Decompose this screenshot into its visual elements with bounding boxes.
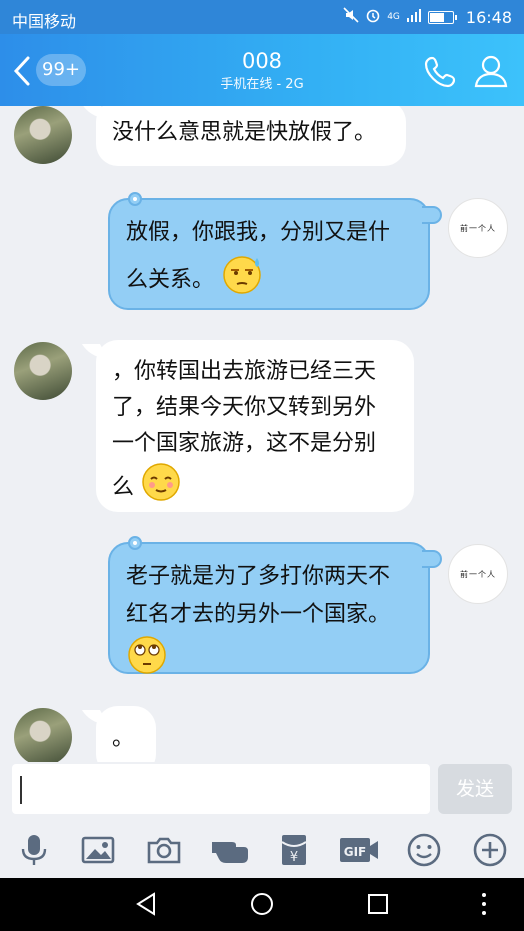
network-type: 4G	[387, 12, 400, 22]
svg-text:¥: ¥	[290, 850, 298, 865]
text-caret	[20, 776, 22, 804]
signal-icon	[406, 8, 422, 26]
contact-avatar[interactable]	[14, 106, 72, 164]
status-bar: 中国移动 4G 16:48	[0, 0, 524, 34]
message-list[interactable]: 没什么意思就是快放假了。 前一个人 放假，你跟我，分别又是什 么关系。 ，你转国…	[0, 106, 524, 762]
alarm-icon	[365, 7, 381, 27]
profile-button[interactable]	[472, 52, 510, 90]
microphone-icon[interactable]	[16, 832, 52, 868]
battery-icon	[427, 10, 457, 24]
send-button[interactable]: 发送	[438, 764, 512, 814]
message-input[interactable]	[12, 764, 430, 814]
nav-recents-icon[interactable]	[364, 890, 392, 918]
red-packet-icon[interactable]: ¥	[276, 832, 312, 868]
nav-home-icon[interactable]	[248, 890, 276, 918]
nav-more-icon[interactable]	[470, 890, 498, 918]
message-bubble-outgoing[interactable]: 老子就是为了多打你两天不 红名才去的另外一个国家。	[108, 536, 442, 674]
message-text: 红名才去的另外一个国家。	[126, 602, 391, 627]
poke-hand-icon[interactable]	[210, 832, 250, 868]
rolling-eyes-face-icon	[126, 634, 168, 689]
person-icon	[474, 55, 508, 88]
message-text: 老子就是为了多打你两天不	[126, 564, 391, 589]
clock: 16:48	[465, 7, 512, 27]
message-text: 了，结果今天你又转到另外	[112, 395, 377, 420]
my-avatar[interactable]: 前一个人	[448, 198, 508, 258]
my-avatar[interactable]: 前一个人	[448, 544, 508, 604]
contact-avatar[interactable]	[14, 342, 72, 400]
message-bubble-incoming[interactable]: ，你转国出去旅游已经三天 了，结果今天你又转到另外 一个国家旅游，这不是分别 么	[96, 340, 414, 512]
blush-face-icon	[141, 462, 181, 514]
my-avatar-text: 前一个人	[460, 223, 496, 233]
my-avatar-text: 前一个人	[460, 569, 496, 579]
contact-avatar[interactable]	[14, 708, 72, 762]
sweat-face-icon	[221, 252, 265, 309]
input-toolbar: ¥ GIF	[0, 826, 524, 876]
plus-icon[interactable]	[472, 832, 508, 868]
nav-back-icon[interactable]	[132, 890, 160, 918]
image-icon[interactable]	[80, 832, 116, 868]
message-text: 一个国家旅游，这不是分别	[112, 431, 377, 456]
input-bar: 发送	[0, 762, 524, 826]
message-text: 么关系。	[126, 267, 215, 293]
emoji-icon[interactable]	[406, 832, 442, 868]
call-button[interactable]	[422, 52, 460, 90]
system-nav-bar	[0, 878, 524, 931]
message-text: ，你转国出去旅游已经三天	[112, 359, 377, 384]
message-text: 没什么意思就是快放假了。	[112, 120, 377, 145]
phone-icon	[424, 56, 456, 88]
message-bubble-outgoing[interactable]: 放假，你跟我，分别又是什 么关系。	[108, 192, 442, 310]
camera-icon[interactable]	[146, 832, 182, 868]
message-bubble-incoming[interactable]: 。	[96, 706, 156, 762]
status-icons: 4G 16:48	[343, 7, 512, 27]
carrier-name: 中国移动	[12, 12, 77, 31]
bubble-decoration	[128, 536, 142, 550]
svg-text:GIF: GIF	[344, 845, 367, 859]
message-text: 么	[112, 475, 135, 500]
message-text: 放假，你跟我，分别又是什	[126, 220, 391, 245]
message-bubble-incoming[interactable]: 没什么意思就是快放假了。	[96, 106, 406, 166]
message-text: 。	[112, 726, 135, 751]
gif-icon[interactable]: GIF	[338, 832, 380, 868]
bubble-decoration	[128, 192, 142, 206]
mute-icon	[343, 7, 359, 27]
chat-header: 99+ 008 手机在线 - 2G	[0, 34, 524, 106]
